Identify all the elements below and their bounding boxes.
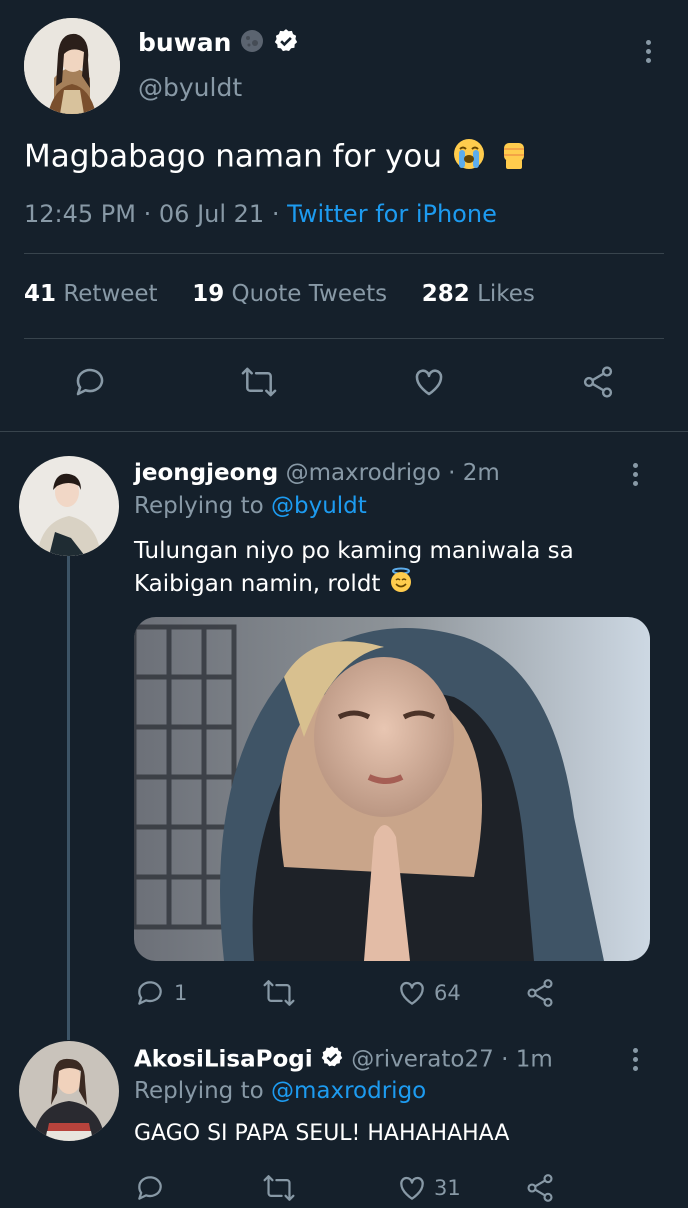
reply-1-handle[interactable]: @maxrodrigo — [286, 460, 441, 486]
reply-1-time: 2m — [462, 460, 500, 486]
reply-2-reply-button[interactable] — [134, 1172, 174, 1204]
reply-1-text-line-2: Kaibigan namin, roldt — [134, 571, 381, 597]
main-tweet-avatar[interactable] — [24, 18, 120, 114]
retweet-label: Retweet — [63, 281, 158, 307]
reply-2-replying-prefix: Replying to — [134, 1078, 264, 1104]
reply-1-share-button[interactable] — [524, 977, 556, 1013]
likes-stat[interactable]: 282 Likes — [422, 281, 535, 307]
quote-label: Quote Tweets — [231, 281, 388, 307]
reply-1-replying-prefix: Replying to — [134, 493, 264, 519]
reply-2-retweet-button[interactable] — [262, 1172, 296, 1208]
main-tweet-date: 06 Jul 21 — [158, 200, 265, 228]
likes-count: 282 — [421, 281, 470, 307]
reply-icon — [76, 368, 104, 396]
reply-1-more-icon[interactable] — [633, 463, 639, 490]
reply-2-handle[interactable]: @riverato27 — [351, 1047, 494, 1073]
quote-tweets-stat[interactable]: 19 Quote Tweets — [192, 281, 394, 307]
retweet-icon — [263, 980, 295, 1006]
moon-emoji-icon — [240, 29, 264, 59]
main-tweet-text: Magbabago naman for you — [24, 138, 443, 175]
reply-icon — [138, 1176, 162, 1200]
reply-1-retweet-button[interactable] — [262, 977, 304, 1009]
retweet-icon — [241, 367, 277, 397]
meta-separator: · — [271, 200, 280, 228]
main-like-button[interactable] — [411, 364, 447, 400]
verified-badge-icon — [273, 28, 299, 60]
meta-separator: · — [448, 460, 456, 486]
reply-1-display-name[interactable]: jeongjeong — [134, 460, 278, 486]
raised-fist-icon — [496, 137, 530, 179]
reply-2-avatar[interactable] — [19, 1041, 119, 1141]
main-tweet-source-link[interactable]: Twitter for iPhone — [287, 200, 497, 228]
reply-icon — [138, 981, 162, 1005]
smiling-face-with-halo-icon — [388, 567, 414, 602]
share-icon — [527, 979, 553, 1007]
quote-count: 19 — [192, 281, 225, 307]
loudly-crying-face-icon — [452, 137, 486, 179]
reply-1-reply-count: 1 — [174, 981, 188, 1005]
retweet-stat[interactable]: 41 Retweet — [24, 281, 165, 307]
likes-label: Likes — [477, 281, 535, 307]
thread-line — [67, 556, 70, 1040]
reply-1-text-line-1: Tulungan niyo po kaming maniwala sa — [134, 538, 574, 564]
main-tweet-more-icon[interactable] — [646, 40, 652, 67]
heart-icon — [400, 981, 424, 1005]
reply-2-more-icon[interactable] — [633, 1048, 639, 1075]
reply-2-like-count: 31 — [434, 1176, 461, 1200]
main-retweet-button[interactable] — [240, 364, 278, 400]
main-tweet-time: 12:45 PM — [24, 200, 136, 228]
verified-badge-icon — [320, 1045, 344, 1075]
reply-1-replying-to-link[interactable]: @byuldt — [271, 493, 367, 519]
reply-1-like-count: 64 — [434, 981, 461, 1005]
retweet-count: 41 — [24, 281, 57, 307]
retweet-icon — [263, 1175, 295, 1201]
meta-separator: · — [501, 1046, 509, 1073]
reply-1-like-button[interactable]: 64 — [396, 977, 461, 1009]
reply-1-image[interactable] — [134, 617, 650, 961]
reply-1-avatar[interactable] — [19, 456, 119, 556]
meta-separator: · — [143, 200, 152, 228]
main-reply-button[interactable] — [72, 364, 108, 400]
reply-2-share-button[interactable] — [524, 1172, 556, 1208]
reply-2-time: 1m — [515, 1046, 553, 1073]
main-tweet-display-name[interactable]: buwan — [138, 28, 231, 57]
reply-2-replying-to-link[interactable]: @maxrodrigo — [271, 1078, 426, 1104]
main-share-button[interactable] — [580, 364, 616, 400]
reply-2-text: GAGO SI PAPA SEUL! HAHAHAHAA — [134, 1121, 510, 1146]
share-icon — [583, 366, 613, 398]
share-icon — [527, 1174, 553, 1202]
reply-2-like-button[interactable]: 31 — [396, 1172, 461, 1204]
reply-1-reply-button[interactable]: 1 — [134, 977, 187, 1009]
reply-2-display-name[interactable]: AkosiLisaPogi — [134, 1047, 313, 1073]
heart-icon — [400, 1176, 424, 1200]
main-tweet-handle[interactable]: @byuldt — [138, 73, 242, 102]
heart-icon — [415, 369, 443, 396]
